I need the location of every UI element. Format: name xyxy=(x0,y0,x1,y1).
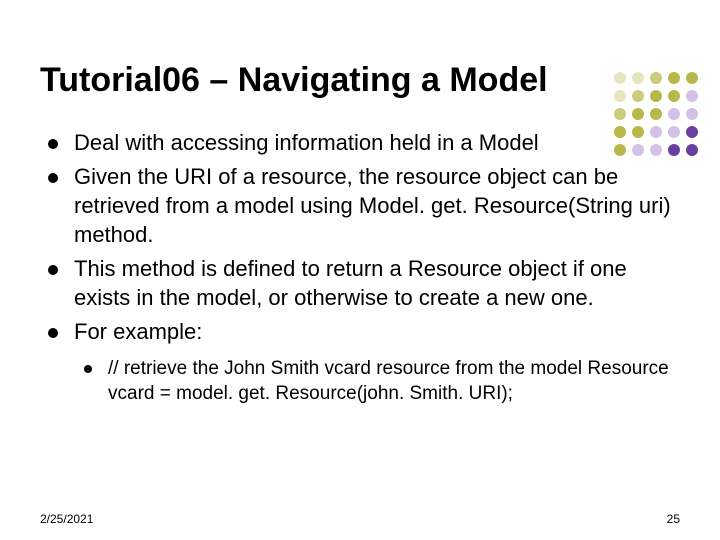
footer-date: 2/25/2021 xyxy=(40,512,93,526)
bullet-item: Given the URI of a resource, the resourc… xyxy=(40,163,680,249)
slide-footer: 2/25/2021 25 xyxy=(40,512,680,526)
slide: Tutorial06 – Navigating a Model Deal wit… xyxy=(0,0,720,540)
bullet-item: Deal with accessing information held in … xyxy=(40,129,680,158)
slide-title: Tutorial06 – Navigating a Model xyxy=(40,60,680,101)
bullet-item: This method is defined to return a Resou… xyxy=(40,255,680,312)
footer-page: 25 xyxy=(667,512,680,526)
bullet-item: For example: // retrieve the John Smith … xyxy=(40,318,680,406)
bullet-text: For example: xyxy=(74,319,202,344)
sub-bullet-list: // retrieve the John Smith vcard resourc… xyxy=(74,357,680,406)
sub-bullet-item: // retrieve the John Smith vcard resourc… xyxy=(74,357,680,406)
bullet-list: Deal with accessing information held in … xyxy=(40,129,680,407)
